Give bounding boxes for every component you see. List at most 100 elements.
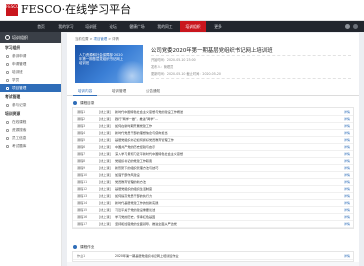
row-name[interactable]: 基层党组织书记如何抓好党员教育管理工作 <box>115 137 315 143</box>
row-detail-link[interactable]: 详情 <box>344 200 350 206</box>
row-name[interactable]: 坚持和加强党的全面领导，推进全面从严治党 <box>115 221 315 227</box>
list-item[interactable]: 课程13 [线上课] 如何提高党员干部的执行力 详情 <box>73 193 353 200</box>
row-detail-link[interactable]: 详情 <box>344 179 350 185</box>
row-tag: [线上课] <box>99 159 111 163</box>
row-detail-link[interactable]: 详情 <box>344 130 350 136</box>
sidebar-item[interactable]: 资源搜索 <box>0 126 61 134</box>
row-name[interactable]: 新时代基层党建工作的创新实践 <box>115 200 315 206</box>
row-detail-link[interactable]: 详情 <box>344 221 350 227</box>
row-name[interactable]: 如何提高党员干部的执行力 <box>115 193 315 199</box>
menu-item-icon <box>6 136 9 140</box>
row-detail-link[interactable]: 详情 <box>344 109 350 115</box>
row-name[interactable]: 新形势下的组织管理方法与技巧 <box>115 165 315 171</box>
logo[interactable]: FESCO <box>6 4 19 16</box>
sidebar-item[interactable]: 项目管理 <box>0 84 61 92</box>
sidebar-item[interactable]: 员工信息 <box>0 134 61 142</box>
row-detail-link[interactable]: 详情 <box>344 151 350 157</box>
row-detail-link[interactable]: 详情 <box>344 123 350 129</box>
row-name[interactable]: 践行"两学一做"，推进"两学"... <box>115 116 315 122</box>
list-item[interactable]: 课程14 [线上课] 新时代基层党建工作的创新实践 详情 <box>73 200 353 207</box>
nav-item[interactable]: 我的同工 <box>152 21 178 32</box>
list-item[interactable]: 课程4 [线上课] 新时代党员干部的理想信念与使命担当 详情 <box>73 130 353 137</box>
row-name[interactable]: 如何在新时期开展党建工作 <box>115 123 315 129</box>
list-item[interactable]: 课程11 [线上课] 党员教育管理的新方法 详情 <box>73 179 353 186</box>
row-detail-link[interactable]: 详情 <box>344 172 350 178</box>
sidebar-item[interactable]: 在线课程 <box>0 118 61 126</box>
sidebar-item[interactable]: 参与记录 <box>0 101 61 109</box>
breadcrumb-home[interactable]: 当前位置 <box>75 37 89 41</box>
row-name[interactable]: 新时代党员干部的理想信念与使命担当 <box>115 130 315 136</box>
row-name[interactable]: 党员教育管理的新方法 <box>115 179 315 185</box>
row-index: 课程1 <box>77 110 86 114</box>
sidebar-header[interactable]: 培训组织 <box>0 32 61 43</box>
nav-item[interactable]: 我的学习 <box>54 21 78 32</box>
row-detail-link[interactable]: 详情 <box>344 116 350 122</box>
row-index: 课程13 <box>77 194 88 198</box>
main-content: 当前位置 > 项目管理 > 详情 人力资源和社会保障部·2020年第一期基层党组… <box>67 33 359 266</box>
row-detail-link[interactable]: 详情 <box>344 193 350 199</box>
course-dates: 更新时间：2020-05-10 截止时间：2020-05-20 <box>151 72 221 76</box>
section-icon <box>73 101 77 105</box>
sidebar-item[interactable]: 培训班 <box>0 68 61 76</box>
tab-notices[interactable]: 公告通知 <box>141 87 165 96</box>
row-name[interactable]: 党组织书记的党建工作职责 <box>115 158 315 164</box>
row-name[interactable]: 深入学习贯彻习近平新时代中国特色社会主义思想 <box>115 151 315 157</box>
sidebar-item[interactable]: 参训申请 <box>0 52 61 60</box>
row-tag: [线上课] <box>99 187 111 191</box>
row-detail-link[interactable]: 详情 <box>344 137 350 143</box>
settings-icon[interactable] <box>353 24 358 29</box>
row-detail-link[interactable]: 详情 <box>344 253 350 259</box>
nav-item[interactable]: 培训班 <box>80 21 102 32</box>
row-detail-link[interactable]: 详情 <box>344 186 350 192</box>
user-icon[interactable] <box>345 24 350 29</box>
row-name[interactable]: 中国共产党的历史经验与启示 <box>115 144 315 150</box>
list-item[interactable]: 课程10 [线上课] 加强干部作风建设 详情 <box>73 172 353 179</box>
row-index: 课程12 <box>77 187 88 191</box>
sidebar-item-label: 参与记录 <box>12 103 27 107</box>
divider <box>151 55 351 56</box>
list-item[interactable]: 课程16 [线上课] 学习党的历史，传承红色基因 详情 <box>73 214 353 221</box>
nav-item[interactable]: 培训组织 <box>180 21 206 32</box>
row-detail-link[interactable]: 详情 <box>344 158 350 164</box>
list-item[interactable]: 课程6 [线上课] 中国共产党的历史经验与启示 详情 <box>73 144 353 151</box>
breadcrumb-part[interactable]: 项目管理 <box>94 37 108 41</box>
tab-management[interactable]: 培训管理 <box>107 87 131 96</box>
list-item[interactable]: 课程3 [线上课] 如何在新时期开展党建工作 详情 <box>73 123 353 130</box>
sidebar-item-label: 项目管理 <box>12 86 27 90</box>
row-name[interactable]: 加强干部作风建设 <box>115 172 315 178</box>
sidebar: 培训组织 学习组织 参训申请 申请管理 培训班 学员 项目管理 考试管理 参与记录 培训资源 在线… <box>0 32 62 266</box>
list-item[interactable]: 作业1 2020年第一期基层党组织书记网上培训班作业 详情 <box>73 253 353 260</box>
list-item[interactable]: 课程5 [线上课] 基层党组织书记如何抓好党员教育管理工作 详情 <box>73 137 353 144</box>
sidebar-item[interactable]: 学员 <box>0 76 61 84</box>
nav-item[interactable]: 论坛 <box>104 21 122 32</box>
row-name[interactable]: 2020年第一期基层党组织书记网上培训班作业 <box>115 253 315 259</box>
nav-item[interactable]: 首页 <box>30 21 52 32</box>
section-header-homework: 课程作业 <box>72 243 94 251</box>
list-item[interactable]: 课程8 [线上课] 党组织书记的党建工作职责 详情 <box>73 158 353 165</box>
sidebar-item[interactable]: 申请管理 <box>0 60 61 68</box>
list-item[interactable]: 课程7 [线上课] 深入学习贯彻习近平新时代中国特色社会主义思想 详情 <box>73 151 353 158</box>
row-name[interactable]: 基层党组织的组织生活制度 <box>115 186 315 192</box>
list-item[interactable]: 课程17 [线上课] 坚持和加强党的全面领导，推进全面从严治党 详情 <box>73 221 353 228</box>
course-tabs: 培训内容 培训管理 公告通知 <box>67 87 359 96</box>
row-name[interactable]: 习近平关于党的建设重要论述 <box>115 207 315 213</box>
list-item[interactable]: 课程15 [线上课] 习近平关于党的建设重要论述 详情 <box>73 207 353 214</box>
nav-item[interactable]: 健康广场 <box>124 21 150 32</box>
row-detail-link[interactable]: 详情 <box>344 214 350 220</box>
tab-content[interactable]: 培训内容 <box>73 87 97 96</box>
sidebar-item[interactable]: 考试题库 <box>0 142 61 150</box>
row-detail-link[interactable]: 详情 <box>344 144 350 150</box>
list-item[interactable]: 课程9 [线上课] 新形势下的组织管理方法与技巧 详情 <box>73 165 353 172</box>
list-item[interactable]: 课程12 [线上课] 基层党组织的组织生活制度 详情 <box>73 186 353 193</box>
list-item[interactable]: 课程2 [线上课] 践行"两学一做"，推进"两学"... 详情 <box>73 116 353 123</box>
row-name[interactable]: 学习党的历史，传承红色基因 <box>115 214 315 220</box>
row-tag: [线上课] <box>99 173 111 177</box>
nav-item[interactable]: 更多 <box>208 21 228 32</box>
list-item[interactable]: 课程1 [线上课] 新时代中国特色社会主义思想与党的建设工作概述 详情 <box>73 109 353 116</box>
sidebar-item-label: 学员 <box>12 78 20 82</box>
main-nav: 首页 我的学习 培训班 论坛 健康广场 我的同工 培训组织 更多 <box>0 21 364 32</box>
row-index: 课程9 <box>77 166 86 170</box>
row-detail-link[interactable]: 详情 <box>344 207 350 213</box>
row-name[interactable]: 新时代中国特色社会主义思想与党的建设工作概述 <box>115 109 315 115</box>
row-detail-link[interactable]: 详情 <box>344 165 350 171</box>
